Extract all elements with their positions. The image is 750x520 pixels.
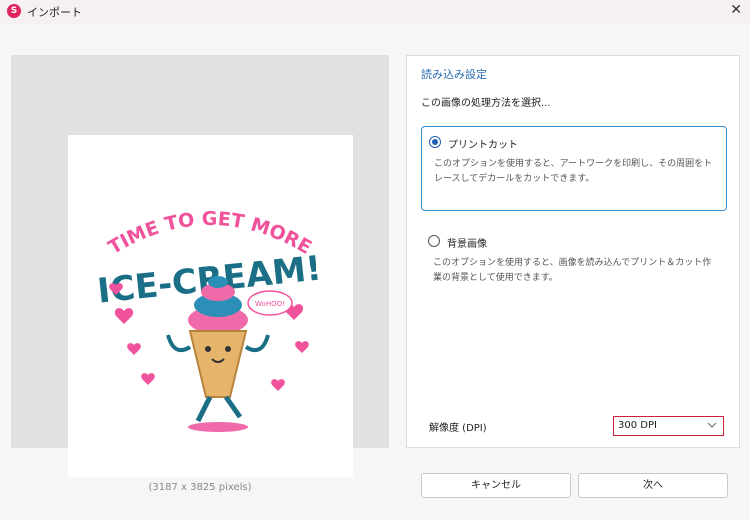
title-bar: S インポート ✕ [0, 0, 750, 24]
chevron-down-icon [707, 422, 717, 428]
radio-print-cut[interactable] [429, 136, 441, 148]
next-button[interactable]: 次へ [578, 473, 728, 498]
option-print-cut-description: このオプションを使用すると、アートワークを印刷し、その周囲をトレースしてデカール… [434, 159, 713, 184]
preview-image: TIME TO GET MORE ICE-CREAM! [68, 135, 353, 477]
image-size-label: (3187 x 3825 pixels) [148, 482, 252, 493]
dpi-value: 300 DPI [618, 420, 657, 431]
app-logo-icon: S [7, 4, 21, 18]
bubble-text: WoHOO! [255, 300, 285, 308]
option-background-image-description: このオプションを使用すると、画像を読み込んでプリント＆カット作業の背景として使用… [433, 258, 712, 283]
dpi-select[interactable]: 300 DPI [613, 416, 724, 436]
radio-background-image[interactable] [428, 235, 440, 247]
settings-panel: 読み込み設定 この画像の処理方法を選択... プリントカット このオプションを使… [406, 55, 740, 448]
settings-subtitle: この画像の処理方法を選択... [421, 98, 551, 109]
cancel-button[interactable]: キャンセル [421, 473, 571, 498]
option-print-cut-label: プリントカット [448, 140, 518, 151]
dpi-label: 解像度 (DPI) [429, 423, 487, 434]
preview-panel: TIME TO GET MORE ICE-CREAM! [11, 55, 389, 477]
ice-cream-artwork: TIME TO GET MORE ICE-CREAM! [96, 208, 323, 432]
settings-title: 読み込み設定 [421, 68, 487, 81]
ice-cream-cone [188, 330, 248, 398]
close-icon[interactable]: ✕ [730, 2, 742, 18]
window-title: インポート [27, 6, 82, 19]
option-background-image-label: 背景画像 [447, 239, 487, 250]
option-background-image[interactable]: 背景画像 このオプションを使用すると、画像を読み込んでプリント＆カット作業の背景… [421, 226, 727, 296]
option-print-cut[interactable]: プリントカット このオプションを使用すると、アートワークを印刷し、その周囲をトレ… [421, 126, 727, 211]
